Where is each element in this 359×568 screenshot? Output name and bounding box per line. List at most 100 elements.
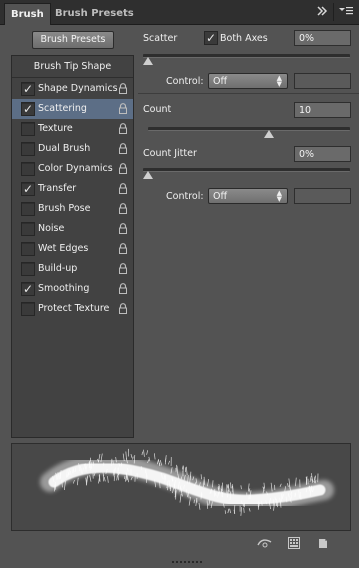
brush-option-texture[interactable]: Texture: [12, 119, 133, 139]
option-checkbox[interactable]: [21, 122, 35, 136]
section-divider: [138, 93, 359, 94]
brush-option-build-up[interactable]: Build-up: [12, 259, 133, 279]
brush-option-scattering[interactable]: ✓Scattering: [12, 99, 133, 119]
brush-hair-stroke: [125, 476, 126, 482]
scatter-value-field[interactable]: 0%: [294, 30, 351, 46]
option-label: Texture: [38, 119, 73, 139]
brush-hair-stroke: [108, 476, 109, 483]
count-label: Count: [143, 104, 171, 115]
option-label: Protect Texture: [38, 299, 109, 319]
brush-hair-stroke: [310, 476, 311, 482]
brush-hair-stroke: [73, 480, 74, 483]
lock-icon[interactable]: [118, 263, 128, 274]
brush-hair-stroke: [227, 485, 228, 488]
count-jitter-value-field[interactable]: 0%: [294, 146, 351, 162]
option-checkbox[interactable]: ✓: [21, 102, 35, 116]
lock-icon[interactable]: [118, 243, 128, 254]
lock-icon[interactable]: [118, 223, 128, 234]
lock-icon[interactable]: [118, 103, 128, 114]
lock-icon[interactable]: [118, 303, 128, 314]
scatter-slider-track[interactable]: [143, 54, 350, 58]
toggle-live-tip-preview-icon[interactable]: [257, 537, 269, 549]
brush-hair-stroke: [186, 467, 187, 475]
lock-icon[interactable]: [118, 123, 128, 134]
scatter-label: Scatter: [143, 33, 177, 44]
brush-hair-stroke: [248, 484, 249, 492]
count-jitter-label: Count Jitter: [143, 148, 197, 159]
brush-hair-stroke: [295, 478, 296, 487]
count-jitter-control-label: Control:: [166, 191, 204, 202]
panel-menu-icon[interactable]: [338, 5, 354, 19]
brush-hair-stroke: [154, 453, 155, 459]
brush-option-smoothing[interactable]: ✓Smoothing: [12, 279, 133, 299]
brush-hair-stroke: [90, 475, 91, 482]
brush-hair-stroke: [199, 503, 200, 510]
option-label: Scattering: [38, 99, 87, 119]
brush-grid-icon[interactable]: [288, 537, 300, 549]
double-chevron-right-icon[interactable]: [316, 5, 328, 19]
updown-arrows-icon: ▲▼: [277, 190, 282, 202]
option-checkbox[interactable]: ✓: [21, 182, 35, 196]
create-new-brush-icon[interactable]: [317, 537, 329, 549]
option-checkbox[interactable]: [21, 242, 35, 256]
count-jitter-control-select[interactable]: Off ▲▼: [208, 188, 288, 204]
count-slider-track[interactable]: [148, 127, 350, 131]
count-jitter-slider-track[interactable]: [143, 168, 350, 172]
option-label: Build-up: [38, 259, 77, 279]
brush-hair-stroke: [168, 461, 169, 465]
scatter-control-field: [294, 73, 351, 89]
tab-brush-presets[interactable]: Brush Presets: [49, 3, 140, 24]
brush-option-shape-dynamics[interactable]: ✓Shape Dynamics: [12, 79, 133, 99]
lock-icon[interactable]: [118, 83, 128, 94]
option-checkbox[interactable]: ✓: [21, 282, 35, 296]
option-checkbox[interactable]: [21, 222, 35, 236]
brush-option-transfer[interactable]: ✓Transfer: [12, 179, 133, 199]
brush-hair-stroke: [165, 455, 166, 461]
option-label: Brush Pose: [38, 199, 90, 219]
brush-presets-button[interactable]: Brush Presets: [32, 31, 114, 49]
updown-arrows-icon: ▲▼: [277, 75, 282, 87]
option-label: Transfer: [38, 179, 76, 199]
brush-hair-stroke: [77, 478, 78, 485]
option-label: Smoothing: [38, 279, 89, 299]
brush-hair-stroke: [147, 450, 148, 455]
checkmark-icon: ✓: [23, 82, 33, 96]
brush-settings-list: Brush Tip Shape ✓Shape Dynamics✓Scatteri…: [11, 55, 134, 438]
scatter-control-select[interactable]: Off ▲▼: [208, 73, 288, 89]
lock-icon[interactable]: [118, 183, 128, 194]
lock-icon[interactable]: [118, 143, 128, 154]
brush-hair-stroke: [104, 477, 105, 481]
scatter-control-value: Off: [213, 76, 227, 87]
brush-tip-shape-item[interactable]: Brush Tip Shape: [12, 58, 133, 76]
count-slider-thumb[interactable]: [264, 130, 274, 138]
both-axes-label: Both Axes: [220, 33, 268, 44]
tab-brush[interactable]: Brush: [4, 3, 51, 25]
lock-icon[interactable]: [118, 163, 128, 174]
option-checkbox[interactable]: [21, 202, 35, 216]
count-value-field[interactable]: 10: [294, 102, 351, 118]
option-checkbox[interactable]: [21, 162, 35, 176]
brush-hair-stroke: [118, 476, 119, 480]
lock-icon[interactable]: [118, 283, 128, 294]
option-checkbox[interactable]: [21, 262, 35, 276]
brush-option-color-dynamics[interactable]: Color Dynamics: [12, 159, 133, 179]
option-checkbox[interactable]: ✓: [21, 82, 35, 96]
brush-hair-stroke: [160, 460, 161, 465]
option-checkbox[interactable]: [21, 142, 35, 156]
brush-hair-stroke: [86, 478, 87, 486]
brush-hair-stroke: [143, 450, 144, 457]
brush-option-wet-edges[interactable]: Wet Edges: [12, 239, 133, 259]
resize-grip[interactable]: [172, 557, 202, 561]
brush-option-protect-texture[interactable]: Protect Texture: [12, 299, 133, 319]
scatter-slider-thumb[interactable]: [143, 57, 153, 65]
lock-icon[interactable]: [118, 203, 128, 214]
both-axes-checkbox[interactable]: ✓: [204, 31, 218, 45]
option-label: Color Dynamics: [38, 159, 113, 179]
brush-hair-stroke: [241, 485, 242, 489]
count-jitter-slider-thumb[interactable]: [143, 171, 153, 179]
brush-option-dual-brush[interactable]: Dual Brush: [12, 139, 133, 159]
brush-option-brush-pose[interactable]: Brush Pose: [12, 199, 133, 219]
brush-option-noise[interactable]: Noise: [12, 219, 133, 239]
option-checkbox[interactable]: [21, 302, 35, 316]
list-divider: [12, 77, 133, 78]
